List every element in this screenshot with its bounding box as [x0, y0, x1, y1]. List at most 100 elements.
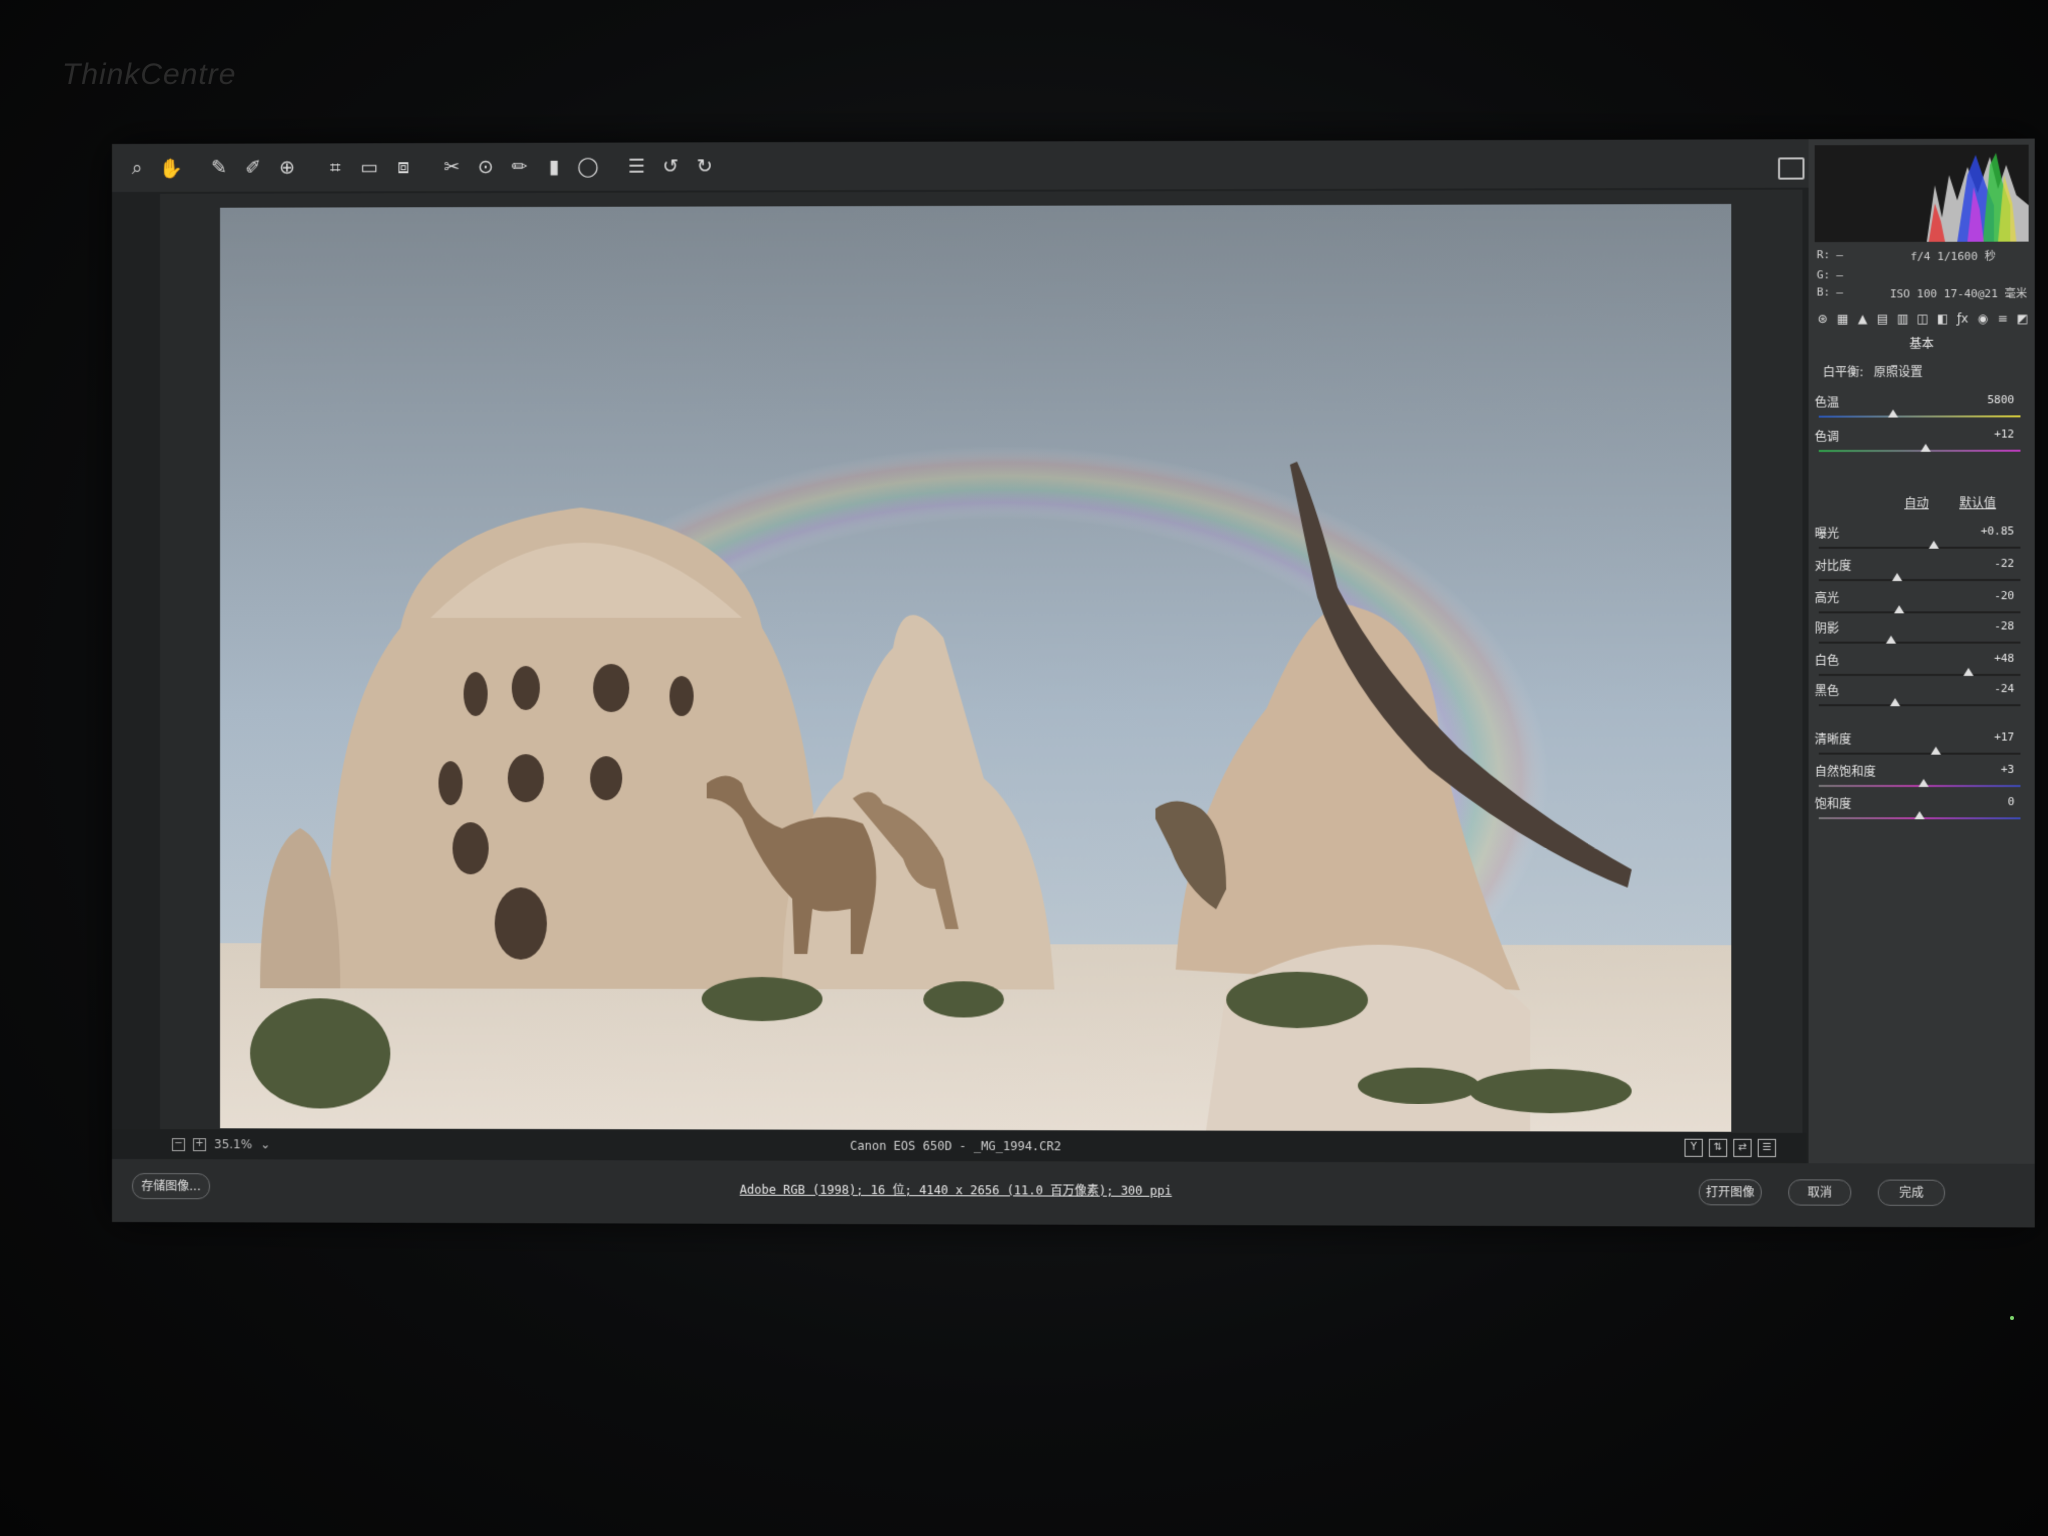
- temp-value[interactable]: 5800: [1987, 393, 2014, 406]
- highlights-track[interactable]: [1818, 611, 2021, 614]
- shadows-value[interactable]: -28: [1994, 619, 2014, 632]
- default-link[interactable]: 默认值: [1959, 494, 1996, 511]
- rotate-left-icon[interactable]: ↺: [657, 153, 683, 179]
- panel-tab-icon-0[interactable]: ⊛: [1815, 311, 1831, 327]
- histogram: [1814, 144, 2029, 243]
- contrast-value[interactable]: -22: [1994, 557, 2014, 570]
- auto-link[interactable]: 自动: [1904, 494, 1928, 511]
- panel-tab-icon-6[interactable]: ◧: [1935, 310, 1951, 326]
- temp-track[interactable]: [1818, 415, 2021, 418]
- slider-whites: 白色 +48: [1815, 652, 2025, 686]
- vibrance-label: 自然饱和度: [1814, 764, 1876, 779]
- straighten-tool-icon[interactable]: ▭: [356, 154, 382, 180]
- panel-tab-icon-10[interactable]: ◩: [2015, 310, 2031, 326]
- panel-tab-icon-2[interactable]: ▲: [1855, 311, 1871, 327]
- exposure-info: f/4 1/1600 秒: [1910, 249, 1996, 264]
- view-mode-icons: Y ⇅ ⇄ ☰: [1684, 1138, 1777, 1158]
- clarity-track[interactable]: [1818, 752, 2021, 755]
- camera-raw-window: ⌕ ✋ ✎ ✐ ⊕ ⌗ ▭ ⧈ ✂ ⊙ ✏ ▮ ◯ ☰ ↺ ↻ − + 35.1…: [112, 138, 2035, 1228]
- fullscreen-toggle-icon[interactable]: [1778, 157, 1805, 180]
- whites-thumb[interactable]: [1962, 667, 1974, 676]
- b-value: —: [1836, 285, 1844, 299]
- b-label: B:: [1816, 285, 1831, 299]
- highlights-label: 高光: [1814, 591, 1840, 606]
- tint-thumb[interactable]: [1920, 443, 1931, 452]
- white-balance-row: 白平衡: 原照设置: [1823, 363, 2027, 380]
- exposure-track[interactable]: [1818, 546, 2021, 549]
- histogram-readout: R: — f/4 1/1600 秒 G: — B: — ISO 100 17-40@21 …: [1817, 248, 2031, 307]
- red-eye-removal-icon[interactable]: ⊙: [473, 154, 499, 180]
- radial-filter-icon[interactable]: ◯: [575, 154, 601, 180]
- slider-saturation: 饱和度 0: [1815, 795, 2025, 829]
- crop-tool-icon[interactable]: ⌗: [322, 154, 348, 180]
- photo-preview[interactable]: [220, 203, 1732, 1132]
- white-balance-label: 白平衡:: [1822, 365, 1864, 380]
- white-balance-select[interactable]: 原照设置: [1874, 363, 1923, 380]
- rotate-right-icon[interactable]: ↻: [692, 153, 718, 179]
- power-led: [2010, 1316, 2014, 1320]
- whites-value[interactable]: +48: [1994, 652, 2014, 665]
- contrast-thumb[interactable]: [1892, 572, 1903, 582]
- cancel-button[interactable]: 取消: [1788, 1179, 1852, 1206]
- spot-removal-tool-icon[interactable]: ✂: [438, 154, 464, 180]
- exposure-thumb[interactable]: [1928, 540, 1939, 549]
- targeted-adjustment-tool-icon[interactable]: ⊕: [274, 154, 300, 180]
- contrast-track[interactable]: [1818, 578, 2021, 582]
- hand-tool-icon[interactable]: ✋: [158, 155, 184, 181]
- panel-tab-icon-8[interactable]: ◉: [1975, 310, 1991, 326]
- zoom-tool-icon[interactable]: ⌕: [124, 155, 150, 181]
- exposure-value[interactable]: +0.85: [1981, 524, 2015, 537]
- slider-blacks: 黑色 -24: [1815, 682, 2025, 716]
- workflow-options-link[interactable]: Adobe RGB (1998); 16 位; 4140 x 2656 (11.…: [112, 1179, 1807, 1201]
- slider-exposure: 曝光 +0.85: [1815, 524, 2025, 558]
- panel-tab-icon-5[interactable]: ◫: [1915, 310, 1931, 326]
- g-value: —: [1836, 268, 1844, 282]
- panel-tab-icon-7[interactable]: ƒx: [1955, 310, 1971, 326]
- preferences-icon[interactable]: ☰: [623, 154, 649, 180]
- done-button[interactable]: 完成: [1877, 1179, 1946, 1206]
- histogram-graph: [1926, 152, 2029, 242]
- saturation-thumb[interactable]: [1914, 811, 1925, 820]
- white-balance-tool-icon[interactable]: ✎: [206, 155, 232, 181]
- clarity-thumb[interactable]: [1930, 746, 1941, 755]
- transform-tool-icon[interactable]: ⧈: [390, 154, 416, 180]
- file-title: Canon EOS 650D - _MG_1994.CR2: [849, 1138, 1062, 1154]
- shadows-thumb[interactable]: [1886, 635, 1897, 644]
- vibrance-thumb[interactable]: [1918, 778, 1929, 787]
- blacks-value[interactable]: -24: [1994, 682, 2014, 695]
- view-mode-icon-2[interactable]: ⇄: [1733, 1138, 1752, 1158]
- view-mode-icon-3[interactable]: ☰: [1757, 1138, 1777, 1158]
- exposure-label: 曝光: [1814, 526, 1840, 541]
- panel-tabs: ⊛ ▦ ▲ ▤ ▥ ◫ ◧ ƒx ◉ ≡ ◩: [1815, 310, 2031, 331]
- r-label: R:: [1816, 248, 1831, 262]
- color-sampler-tool-icon[interactable]: ✐: [240, 155, 266, 181]
- shadows-track[interactable]: [1818, 641, 2021, 644]
- panel-tab-icon-3[interactable]: ▤: [1875, 311, 1891, 327]
- open-image-button[interactable]: 打开图像: [1698, 1179, 1762, 1206]
- clarity-value[interactable]: +17: [1994, 730, 2014, 743]
- r-value: —: [1836, 248, 1844, 262]
- adjustment-brush-icon[interactable]: ✏: [507, 154, 533, 180]
- basic-sliders: 色温 5800 色调 +12 曝光 +0.85 对比度 -22 高光 -20 阴影 -28 白色 +48 黑…: [1809, 139, 2035, 820]
- highlights-value[interactable]: -20: [1994, 589, 2014, 602]
- blacks-track[interactable]: [1818, 704, 2021, 707]
- status-bar: − + 35.1% ⌄ Canon EOS 650D - _MG_1994.CR…: [112, 1129, 1807, 1164]
- tint-value[interactable]: +12: [1994, 427, 2014, 440]
- temp-thumb[interactable]: [1888, 409, 1899, 418]
- monitor-brand-logo: ThinkCentre: [62, 58, 237, 91]
- saturation-value[interactable]: 0: [2008, 795, 2015, 808]
- panel-tab-icon-4[interactable]: ▥: [1895, 311, 1911, 327]
- highlights-thumb[interactable]: [1894, 605, 1905, 614]
- slider-contrast: 对比度 -22: [1815, 557, 2025, 591]
- panel-tab-icon-9[interactable]: ≡: [1995, 310, 2011, 326]
- view-mode-icon-1[interactable]: ⇅: [1708, 1138, 1728, 1157]
- blacks-thumb[interactable]: [1890, 698, 1901, 707]
- view-mode-icon-0[interactable]: Y: [1684, 1138, 1703, 1157]
- contrast-label: 对比度: [1814, 558, 1852, 574]
- whites-track[interactable]: [1818, 673, 2021, 676]
- panel-tab-icon-1[interactable]: ▦: [1835, 311, 1851, 327]
- graduated-filter-icon[interactable]: ▮: [541, 154, 567, 180]
- vibrance-value[interactable]: +3: [2001, 763, 2015, 776]
- slider-tint: 色调 +12: [1815, 427, 2025, 462]
- saturation-label: 饱和度: [1814, 797, 1852, 812]
